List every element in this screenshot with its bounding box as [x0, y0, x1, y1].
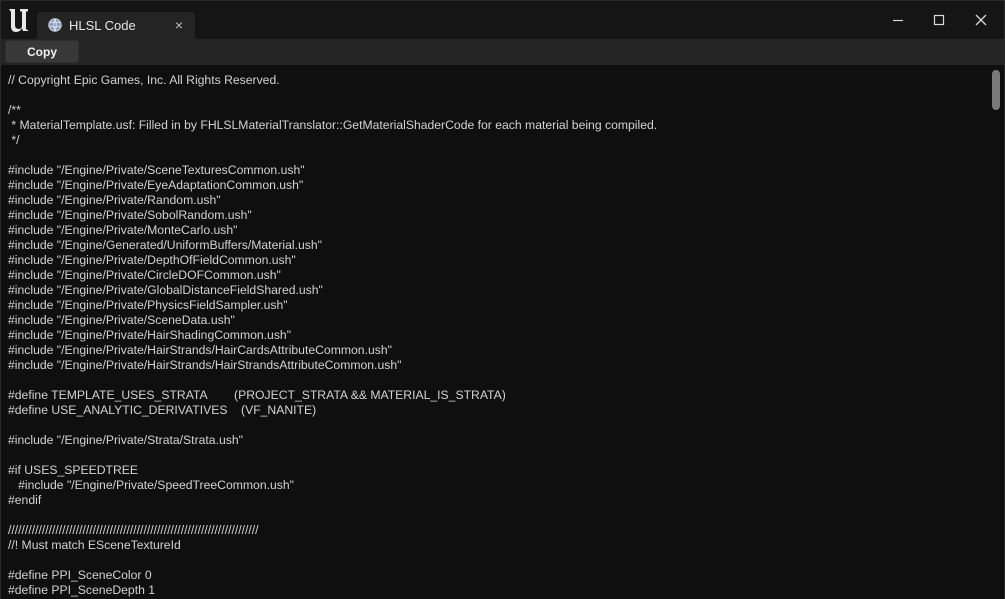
code-line: #include "/Engine/Private/SpeedTreeCommo…: [8, 478, 294, 492]
code-line: #include "/Engine/Private/EyeAdaptationC…: [8, 178, 304, 192]
code-line: // Copyright Epic Games, Inc. All Rights…: [8, 73, 280, 87]
title-bar[interactable]: HLSL Code ×: [1, 1, 1004, 39]
code-line: * MaterialTemplate.usf: Filled in by FHL…: [8, 118, 658, 132]
code-line: #include "/Engine/Private/PhysicsFieldSa…: [8, 298, 288, 312]
code-line: #define TEMPLATE_USES_STRATA (PROJECT_ST…: [8, 388, 506, 402]
code-line: #include "/Engine/Private/Random.ush": [8, 193, 221, 207]
minimize-button[interactable]: [878, 5, 918, 35]
code-line: #include "/Engine/Private/HairStrands/Ha…: [8, 358, 402, 372]
code-line: #endif: [8, 493, 42, 507]
minimize-icon: [893, 19, 903, 22]
copy-button[interactable]: Copy: [5, 40, 79, 63]
code-line: #include "/Engine/Private/CircleDOFCommo…: [8, 268, 281, 282]
unreal-engine-logo-icon: [5, 5, 33, 35]
code-line: #define PPI_SceneDepth 1: [8, 583, 156, 597]
maximize-button[interactable]: [919, 5, 959, 35]
code-line: #include "/Engine/Private/Strata/Strata.…: [8, 433, 243, 447]
code-line: */: [8, 133, 20, 147]
code-line: #include "/Engine/Generated/UniformBuffe…: [8, 238, 322, 252]
code-view[interactable]: // Copyright Epic Games, Inc. All Rights…: [1, 65, 1004, 599]
code-line: #include "/Engine/Private/HairShadingCom…: [8, 328, 292, 342]
close-icon: [975, 14, 987, 26]
vertical-scrollbar[interactable]: [990, 67, 1002, 597]
code-line: #include "/Engine/Private/GlobalDistance…: [8, 283, 323, 297]
tab-hlsl-code[interactable]: HLSL Code ×: [37, 12, 195, 39]
code-line: #if USES_SPEEDTREE: [8, 463, 139, 477]
code-line: #include "/Engine/Private/SceneTexturesC…: [8, 163, 305, 177]
code-line: #define PPI_SceneColor 0: [8, 568, 152, 582]
code-line: #define USE_ANALYTIC_DERIVATIVES (VF_NAN…: [8, 403, 317, 417]
code-line: //! Must match ESceneTextureId: [8, 538, 181, 552]
material-sphere-icon: [48, 18, 62, 32]
hlsl-code-text[interactable]: // Copyright Epic Games, Inc. All Rights…: [8, 73, 657, 598]
code-line: #include "/Engine/Private/SobolRandom.us…: [8, 208, 252, 222]
close-window-button[interactable]: [961, 5, 1001, 35]
code-line: ////////////////////////////////////////…: [8, 523, 259, 537]
hlsl-code-window: HLSL Code × Copy // Copyright Epic Games…: [0, 0, 1005, 599]
toolbar: Copy: [1, 39, 1004, 65]
code-line: #include "/Engine/Private/HairStrands/Ha…: [8, 343, 392, 357]
code-line: /**: [8, 103, 21, 117]
tab-label: HLSL Code: [69, 18, 136, 33]
scrollbar-thumb[interactable]: [992, 70, 1000, 110]
code-line: #include "/Engine/Private/SceneData.ush": [8, 313, 235, 327]
code-line: #include "/Engine/Private/DepthOfFieldCo…: [8, 253, 296, 267]
tab-close-icon[interactable]: ×: [171, 16, 187, 34]
code-line: #include "/Engine/Private/MonteCarlo.ush…: [8, 223, 238, 237]
maximize-icon: [933, 14, 945, 26]
